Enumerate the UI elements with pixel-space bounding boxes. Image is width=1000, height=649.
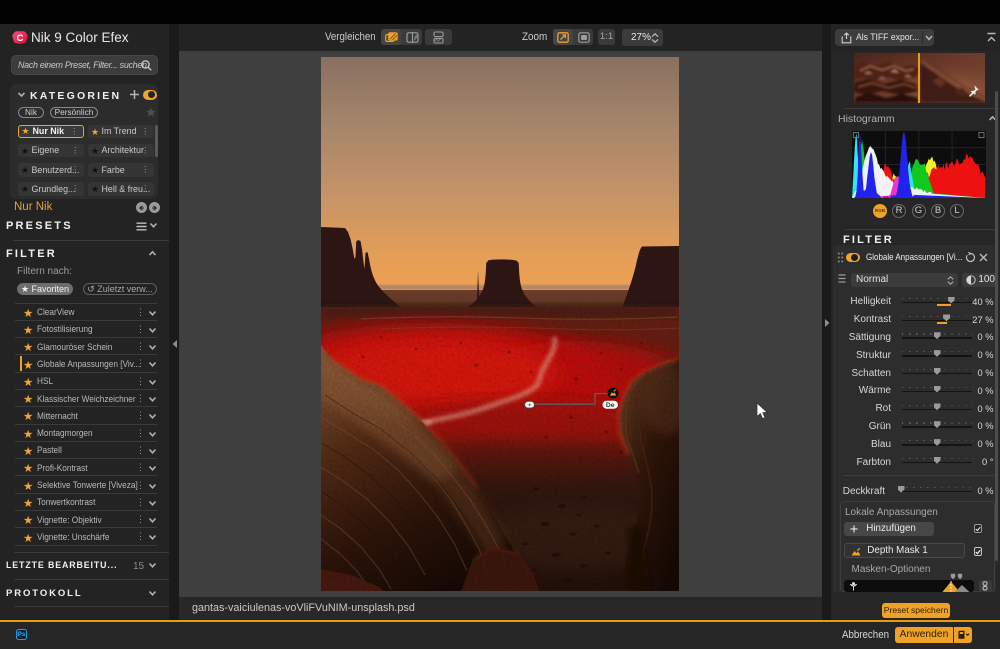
svg-text:De: De [605, 402, 614, 409]
svg-text:C: C [17, 33, 24, 44]
